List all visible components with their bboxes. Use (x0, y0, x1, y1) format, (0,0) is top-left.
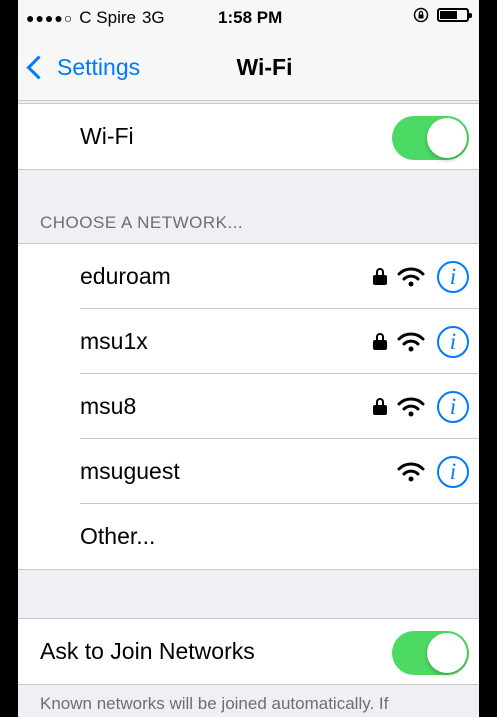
lock-icon (373, 398, 387, 415)
wifi-icon (397, 397, 425, 416)
carrier-name: C Spire (79, 8, 136, 27)
lock-icon (373, 268, 387, 285)
status-left: ●●●●○ C Spire 3G (26, 8, 165, 28)
wifi-icon (397, 267, 425, 286)
network-indicators: i (397, 439, 469, 504)
ask-join-toggle[interactable] (392, 631, 469, 675)
toggle-knob (427, 118, 467, 158)
status-time: 1:58 PM (218, 8, 283, 27)
network-name: msuguest (80, 458, 180, 484)
device-frame: ●●●●○ C Spire 3G 1:58 PM Settings Wi-Fi … (0, 0, 497, 717)
toggle-knob (427, 633, 467, 673)
info-icon[interactable]: i (437, 390, 469, 423)
info-icon[interactable]: i (437, 260, 469, 293)
network-item-msu8[interactable]: msu8 i (18, 374, 479, 439)
network-item-msu1x[interactable]: msu1x i (18, 309, 479, 374)
section-header: CHOOSE A NETWORK... (40, 213, 244, 232)
signal-strength-icon: ●●●●○ (26, 10, 74, 26)
network-indicators: i (373, 374, 469, 439)
wifi-icon (397, 332, 425, 351)
other-network-label: Other... (80, 523, 156, 549)
wifi-icon (397, 462, 425, 481)
network-type: 3G (141, 8, 165, 27)
page-title: Wi-Fi (236, 54, 293, 80)
ask-join-row: Ask to Join Networks (18, 619, 479, 684)
wifi-toggle[interactable] (392, 116, 469, 160)
network-indicators: i (373, 309, 469, 374)
wifi-label: Wi-Fi (80, 123, 134, 149)
other-network-row[interactable]: Other... (18, 504, 479, 569)
rotation-lock-icon (413, 7, 429, 23)
network-item-msuguest[interactable]: msuguest i (18, 439, 479, 504)
network-indicators: i (373, 244, 469, 309)
screen: ●●●●○ C Spire 3G 1:58 PM Settings Wi-Fi … (18, 0, 479, 717)
network-item-eduroam[interactable]: eduroam i (18, 244, 479, 309)
wifi-toggle-group: Wi-Fi (18, 103, 479, 170)
network-name: eduroam (80, 263, 171, 289)
ask-join-group: Ask to Join Networks (18, 618, 479, 685)
footer-note: Known networks will be joined automatica… (40, 694, 389, 713)
network-name: msu8 (80, 393, 137, 419)
status-right (413, 7, 472, 23)
info-icon[interactable]: i (437, 455, 469, 488)
network-name: msu1x (80, 328, 148, 354)
battery-level (440, 11, 458, 19)
ask-join-label: Ask to Join Networks (40, 638, 255, 664)
network-list: eduroam i msu1x i msu8 i msuguest i Othe… (18, 243, 479, 570)
navigation-bar: Settings Wi-Fi (18, 34, 479, 101)
lock-icon (373, 333, 387, 350)
info-icon[interactable]: i (437, 325, 469, 358)
status-bar: ●●●●○ C Spire 3G 1:58 PM (18, 0, 479, 34)
wifi-row: Wi-Fi (18, 104, 479, 169)
battery-icon (437, 8, 472, 22)
